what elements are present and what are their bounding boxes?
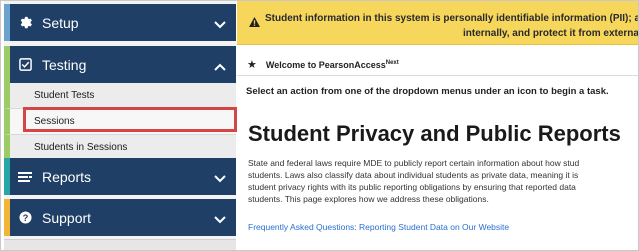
paragraph-line: student privacy rights with its public r… — [248, 182, 576, 192]
sidebar-item-label: Students in Sessions — [34, 142, 128, 153]
paragraph-line: State and federal laws require MDE to pu… — [248, 158, 580, 168]
welcome-title: Welcome to PearsonAccessNext — [265, 59, 399, 70]
chevron-down-icon — [214, 16, 226, 34]
sessions-highlight-box — [23, 107, 237, 132]
nav-support-label: Support — [42, 209, 92, 226]
paragraph-line: students. This page explores how we addr… — [248, 194, 489, 204]
nav-support[interactable]: ? Support — [4, 199, 236, 236]
sidebar-item-label: Student Tests — [34, 90, 95, 101]
checkbox-icon — [18, 58, 32, 72]
chevron-up-icon — [214, 58, 226, 76]
pii-alert-banner: Student information in this system is pe… — [237, 1, 639, 45]
warning-icon — [249, 14, 260, 27]
main-content: Student information in this system is pe… — [237, 1, 639, 250]
nav-testing[interactable]: Testing — [4, 46, 236, 83]
paragraph-line: students. Laws also classify data about … — [248, 170, 579, 180]
chevron-down-icon — [214, 211, 226, 229]
sidebar-item-student-tests[interactable]: Student Tests — [4, 83, 236, 109]
nav-reports[interactable]: Reports — [4, 158, 236, 195]
gear-icon — [18, 16, 32, 30]
question-icon: ? — [18, 211, 32, 225]
svg-text:?: ? — [22, 213, 28, 223]
nav-testing-label: Testing — [42, 56, 87, 73]
instruction-text: Select an action from one of the dropdow… — [246, 86, 609, 97]
page-heading: Student Privacy and Public Reports — [248, 121, 621, 146]
faq-link[interactable]: Frequently Asked Questions: Reporting St… — [248, 222, 509, 232]
alert-text-line2: internally, and protect it from external… — [463, 28, 639, 39]
welcome-panel-header: ★ Welcome to PearsonAccessNext — [237, 54, 638, 76]
privacy-paragraph: State and federal laws require MDE to pu… — [248, 157, 638, 205]
chevron-down-icon — [214, 170, 226, 188]
nav-setup-label: Setup — [42, 14, 79, 31]
report-icon — [18, 170, 32, 184]
sidebar-footer — [4, 239, 236, 250]
star-icon: ★ — [247, 59, 257, 71]
nav-setup[interactable]: Setup — [4, 4, 236, 41]
app-frame: Setup Testing Student Tests Sessions Stu… — [0, 0, 639, 251]
nav-reports-label: Reports — [42, 168, 92, 185]
alert-text-line1: Student information in this system is pe… — [265, 13, 639, 24]
